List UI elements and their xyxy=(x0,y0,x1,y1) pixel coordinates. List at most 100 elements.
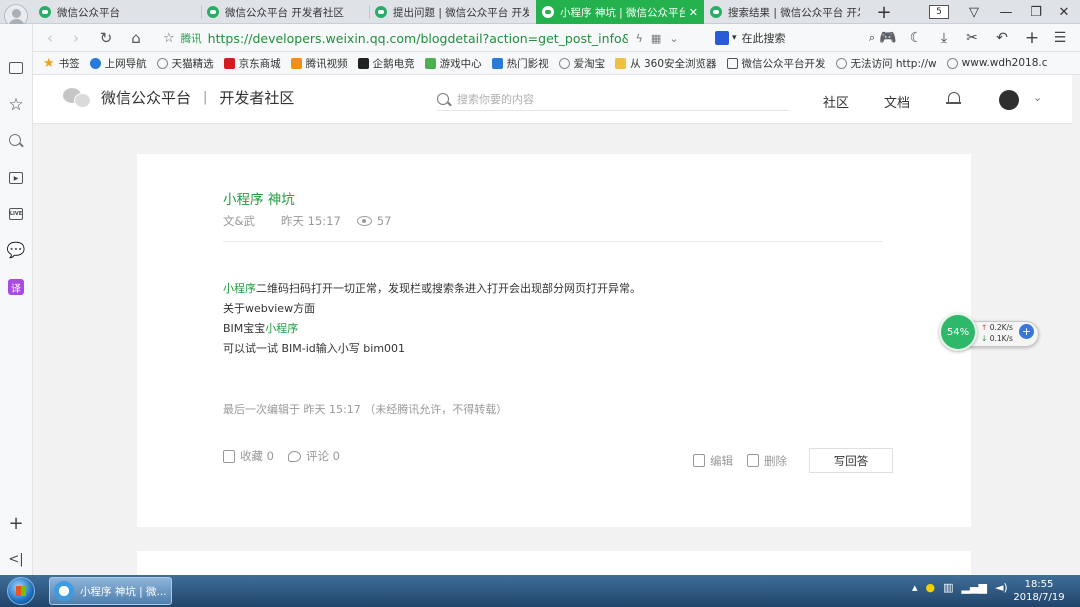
screenshot-scissors-icon[interactable]: ✂ xyxy=(963,29,981,47)
home-icon[interactable]: ⌂ xyxy=(125,28,147,48)
bookmark-item[interactable]: 微信公众平台开发 xyxy=(726,56,826,71)
section-title: 开发者社区 xyxy=(219,88,295,107)
collapse-rail-icon[interactable]: <| xyxy=(6,549,26,569)
forward-button[interactable]: › xyxy=(65,28,87,48)
add-icon[interactable]: + xyxy=(1023,28,1041,48)
restore-icon[interactable]: ❐ xyxy=(1022,0,1050,24)
windows-taskbar: 小程序 神坑 | 微... ▴ ● ▥ ▂▄▆ ◄) 18:55 2018/7/… xyxy=(0,575,1080,607)
reader-icon[interactable]: ▦ xyxy=(651,32,661,45)
search-icon[interactable] xyxy=(437,92,451,107)
video-icon[interactable]: ▶ xyxy=(6,168,26,188)
menu-icon[interactable]: ☰ xyxy=(1051,29,1069,47)
nav-community[interactable]: 社区 xyxy=(823,92,849,111)
bookmark-label: 腾讯视频 xyxy=(305,57,348,70)
favorite-button[interactable]: 收藏 0 xyxy=(223,448,274,464)
signal-icon[interactable]: ▂▄▆ xyxy=(962,581,987,594)
browser-side-rail: ☆ ▶ LIVE 💬 译 + <| xyxy=(0,24,33,575)
live-icon[interactable]: LIVE xyxy=(6,204,26,224)
bookmark-item[interactable]: 上网导航 xyxy=(89,56,147,71)
reload-icon[interactable]: ↻ xyxy=(95,28,117,48)
chevron-down-icon[interactable]: ⌄ xyxy=(1033,91,1042,104)
post-author[interactable]: 文&武 xyxy=(223,213,255,229)
bookmark-star-icon[interactable]: ☆ xyxy=(163,31,175,46)
tab-5[interactable]: 搜索结果 | 微信公众平台 开发者 xyxy=(704,0,866,24)
shield-icon[interactable]: ▽ xyxy=(960,0,988,24)
tab-label: 微信公众平台 开发者社区 xyxy=(225,6,344,19)
tab-2[interactable]: 微信公众平台 开发者社区 xyxy=(201,0,369,24)
tab-count-badge[interactable]: 5 xyxy=(929,5,949,19)
tray-app-icon[interactable]: ● xyxy=(926,581,936,594)
volume-icon[interactable]: ◄) xyxy=(995,581,1008,594)
edit-button[interactable]: 编辑 xyxy=(693,453,733,469)
globe-icon xyxy=(558,57,570,69)
favorites-star-icon[interactable]: ☆ xyxy=(6,95,26,115)
tray-expand-icon[interactable]: ▴ xyxy=(912,581,918,594)
network-icon[interactable]: ▥ xyxy=(943,581,953,594)
back-button[interactable]: ‹ xyxy=(39,28,61,48)
taskbar-browser-item[interactable]: 小程序 神坑 | 微... xyxy=(49,577,172,605)
bell-icon[interactable] xyxy=(946,91,961,107)
delete-button[interactable]: 删除 xyxy=(747,453,787,469)
comment-button[interactable]: 评论 0 xyxy=(287,448,340,464)
wechat-icon xyxy=(207,6,219,18)
bookmark-item[interactable]: 京东商城 xyxy=(223,56,281,71)
reading-list-icon[interactable] xyxy=(6,58,26,78)
tab-1[interactable]: 微信公众平台 xyxy=(33,0,201,24)
site-logo[interactable]: 微信公众平台 | 开发者社区 xyxy=(63,86,294,108)
bookmark-item[interactable]: 天猫精选 xyxy=(156,56,214,71)
search-box[interactable]: ▾ 在此搜索 ⌕ xyxy=(715,29,875,47)
night-mode-icon[interactable]: ☾ xyxy=(907,29,925,47)
memory-percent[interactable]: 54% xyxy=(939,313,977,351)
chevron-down-icon[interactable]: ⌄ xyxy=(669,32,678,45)
system-clock[interactable]: 18:55 2018/7/19 xyxy=(1012,578,1066,604)
bookmark-item[interactable]: ★ 书签 xyxy=(43,56,80,71)
chevron-down-icon[interactable]: ▾ xyxy=(732,33,737,43)
download-icon[interactable]: ⤓ xyxy=(935,29,953,47)
close-icon[interactable]: ✕ xyxy=(689,6,698,19)
write-answer-button[interactable]: 写回答 xyxy=(809,448,893,473)
page-viewport: 微信公众平台 | 开发者社区 社区 文档 ⌄ 小程序 神坑 文&武 昨天 15:… xyxy=(33,75,1080,575)
download-rate: ↓ 0.1K/s xyxy=(981,334,1013,343)
bookmark-item[interactable]: 爱淘宝 xyxy=(558,56,605,71)
upload-value: 0.2K/s xyxy=(989,323,1013,332)
post-time: 昨天 15:17 xyxy=(280,214,341,228)
search-icon[interactable]: ⌕ xyxy=(869,31,875,45)
bookmark-item[interactable]: www.wdh2018.c xyxy=(946,57,1048,69)
chat-icon[interactable]: 💬 xyxy=(6,240,26,260)
post-title[interactable]: 小程序 神坑 xyxy=(223,188,295,208)
minimize-icon[interactable]: — xyxy=(992,0,1020,24)
keyword-link[interactable]: 小程序 xyxy=(265,322,298,335)
search-engine-icon[interactable] xyxy=(715,31,729,45)
bookmark-item[interactable]: 企鹅电竞 xyxy=(357,56,415,71)
window-close-icon[interactable]: ✕ xyxy=(1050,0,1078,24)
new-tab-button[interactable]: + xyxy=(870,0,898,24)
scrollbar[interactable] xyxy=(1072,75,1080,575)
jd-icon xyxy=(223,57,235,69)
bookmark-item[interactable]: 热门影视 xyxy=(491,56,549,71)
add-icon[interactable]: + xyxy=(6,513,26,534)
undo-icon[interactable]: ↶ xyxy=(993,29,1011,47)
tab-4-active[interactable]: 小程序 神坑 | 微信公众平台 开 ✕ xyxy=(536,0,704,24)
nav-docs[interactable]: 文档 xyxy=(884,92,910,111)
network-speed-widget[interactable]: 54% ↑ 0.2K/s ↓ 0.1K/s + xyxy=(939,313,1041,351)
bookmark-item[interactable]: 无法访问 http://w xyxy=(835,56,937,71)
game-controller-icon[interactable]: 🎮 xyxy=(879,29,897,47)
post-line-3: BIM宝宝小程序 xyxy=(223,319,641,339)
keyword-link[interactable]: 小程序 xyxy=(223,282,256,295)
start-button[interactable] xyxy=(7,577,35,605)
plus-icon[interactable]: + xyxy=(1019,324,1034,339)
avatar[interactable] xyxy=(999,90,1019,110)
search-icon[interactable] xyxy=(6,131,26,151)
translate-icon[interactable]: 译 xyxy=(6,277,26,297)
bookmark-item[interactable]: 腾讯视频 xyxy=(290,56,348,71)
bookmark-item[interactable]: 从 360安全浏览器 xyxy=(615,56,717,71)
lightning-icon[interactable]: ϟ xyxy=(636,32,643,45)
post-text: 可以试一试 BIM-id输入小写 bim001 xyxy=(223,342,406,355)
site-search[interactable] xyxy=(437,89,789,111)
globe-icon xyxy=(156,57,168,69)
tab-3[interactable]: 提出问题 | 微信公众平台 开发者 xyxy=(369,0,535,24)
search-input[interactable] xyxy=(457,93,777,106)
bookmark-item[interactable]: 游戏中心 xyxy=(424,56,482,71)
url-text[interactable]: https://developers.weixin.qq.com/blogdet… xyxy=(208,31,628,46)
address-bar[interactable]: ☆ 腾讯 https://developers.weixin.qq.com/bl… xyxy=(163,27,745,49)
